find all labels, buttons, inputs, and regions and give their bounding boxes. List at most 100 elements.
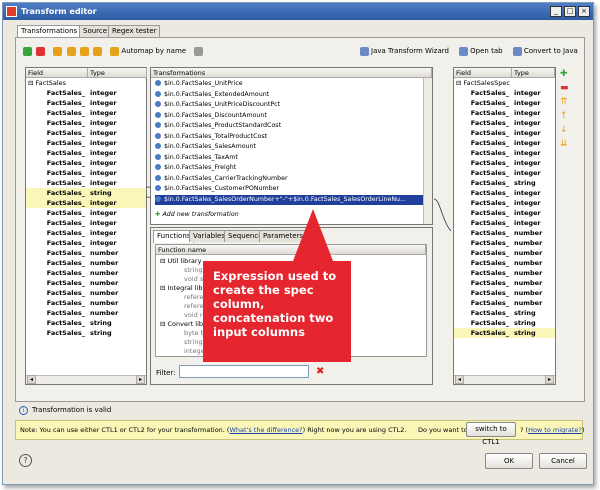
input-field-row[interactable]: FactSales_ number <box>26 268 146 278</box>
input-field-row[interactable]: FactSales_ number <box>26 288 146 298</box>
output-field-row[interactable]: FactSales_ integer <box>454 88 555 98</box>
output-field-row[interactable]: FactSales_ number <box>454 228 555 238</box>
input-field-row[interactable]: FactSales_ integer <box>26 98 146 108</box>
output-field-row[interactable]: FactSales_ number <box>454 288 555 298</box>
output-field-row[interactable]: FactSales_ integer <box>454 138 555 148</box>
add-field-icon[interactable]: ✚ <box>560 67 570 81</box>
input-field-row[interactable]: FactSales_ number <box>26 258 146 268</box>
move-bottom-icon[interactable]: ⇊ <box>560 137 570 151</box>
maximize-button[interactable]: □ <box>564 6 576 17</box>
input-field-row[interactable]: FactSales_ string <box>26 318 146 328</box>
move-top-icon[interactable] <box>53 46 63 56</box>
input-field-row[interactable]: FactSales_ string <box>26 328 146 338</box>
column-header-field[interactable]: Field <box>26 68 88 78</box>
output-field-row[interactable]: FactSales_ integer <box>454 148 555 158</box>
output-field-row[interactable]: FactSales_ integer <box>454 158 555 168</box>
output-field-row[interactable]: FactSales_ integer <box>454 208 555 218</box>
input-field-row[interactable]: FactSales_ integer <box>26 158 146 168</box>
transformation-item[interactable]: $in.0.FactSales_SalesAmount <box>155 142 256 152</box>
input-field-row[interactable]: FactSales_ number <box>26 308 146 318</box>
output-field-row[interactable]: FactSales_ string <box>454 328 555 338</box>
input-field-row[interactable]: FactSales_ string <box>26 188 146 198</box>
help-icon[interactable]: ? <box>19 454 32 467</box>
collapse-icon[interactable]: ⊟ <box>456 79 464 87</box>
output-field-row[interactable]: FactSales_ string <box>454 178 555 188</box>
move-top-icon[interactable]: ⇈ <box>560 95 570 109</box>
output-field-row[interactable]: FactSales_ integer <box>454 198 555 208</box>
transformation-item[interactable]: $in.0.FactSales_Freight <box>155 163 236 173</box>
collapse-icon[interactable]: ⊟ <box>28 79 36 87</box>
output-field-row[interactable]: FactSales_ integer <box>454 128 555 138</box>
output-field-row[interactable]: FactSales_ integer <box>454 168 555 178</box>
transformation-item[interactable]: $in.0.FactSales_TotalProductCost <box>155 132 267 142</box>
output-field-row[interactable]: FactSales_ number <box>454 278 555 288</box>
output-field-row[interactable]: FactSales_ number <box>454 258 555 268</box>
input-field-row[interactable]: FactSales_ number <box>26 248 146 258</box>
move-bottom-icon[interactable] <box>93 46 103 56</box>
minimize-button[interactable]: _ <box>550 6 562 17</box>
horizontal-scrollbar[interactable] <box>26 375 146 384</box>
transformation-item[interactable]: $in.0.FactSales_UnitPriceDiscountPct <box>155 100 280 110</box>
tab-variables[interactable]: Variables <box>189 230 229 242</box>
output-field-row[interactable]: FactSales_ integer <box>454 118 555 128</box>
output-field-row[interactable]: FactSales_ integer <box>454 218 555 228</box>
transformation-item[interactable]: $in.0.FactSales_DiscountAmount <box>155 111 267 121</box>
input-field-row[interactable]: FactSales_ integer <box>26 228 146 238</box>
transformation-item[interactable]: $in.0.FactSales_UnitPrice <box>155 79 243 89</box>
tools-icon[interactable] <box>194 46 204 56</box>
output-field-row[interactable]: FactSales_ string <box>454 318 555 328</box>
input-field-row[interactable]: FactSales_ integer <box>26 238 146 248</box>
filter-input[interactable] <box>179 365 309 378</box>
transformation-item[interactable]: $in.0.FactSales_CarrierTrackingNumber <box>155 174 288 184</box>
collapse-icon[interactable]: ⊟ <box>160 320 168 328</box>
transformation-item[interactable]: $in.0.FactSales_TaxAmt <box>155 153 238 163</box>
ok-button[interactable]: OK <box>485 453 533 469</box>
transformation-item[interactable]: $in.0.FactSales_SalesOrderNumber+"-"+$in… <box>155 194 423 205</box>
close-button[interactable]: × <box>578 6 590 17</box>
output-field-row[interactable]: FactSales_ string <box>454 308 555 318</box>
difference-link[interactable]: What's the difference? <box>229 426 302 434</box>
tab-source[interactable]: Source <box>79 25 112 37</box>
transformation-item[interactable]: $in.0.FactSales_CustomerPONumber <box>155 184 279 194</box>
input-field-row[interactable]: FactSales_ number <box>26 298 146 308</box>
scroll-right-icon[interactable]: ▸ <box>136 375 145 384</box>
add-icon[interactable] <box>23 46 32 56</box>
switch-to-ctl1-button[interactable]: switch to CTL1 <box>466 422 516 446</box>
input-field-row[interactable]: FactSales_ integer <box>26 208 146 218</box>
output-field-row[interactable]: FactSales_ integer <box>454 188 555 198</box>
collapse-icon[interactable]: ⊟ <box>160 284 168 292</box>
input-field-row[interactable]: FactSales_ integer <box>26 128 146 138</box>
output-field-row[interactable]: FactSales_ number <box>454 298 555 308</box>
tab-regex-tester[interactable]: Regex tester <box>108 25 161 37</box>
output-field-row[interactable]: FactSales_ integer <box>454 108 555 118</box>
how-to-migrate-link[interactable]: How to migrate? <box>528 426 582 434</box>
move-down-icon[interactable]: ↓ <box>560 123 570 137</box>
move-up-icon[interactable] <box>66 46 76 56</box>
java-wizard-button[interactable]: Java Transform Wizard <box>371 47 449 55</box>
input-field-row[interactable]: FactSales_ integer <box>26 148 146 158</box>
column-header-type[interactable]: Type <box>512 68 555 78</box>
convert-to-java-button[interactable]: Convert to Java <box>524 47 578 55</box>
remove-icon[interactable] <box>36 46 46 56</box>
move-down-icon[interactable] <box>79 46 89 56</box>
move-up-icon[interactable]: ↑ <box>560 109 570 123</box>
input-field-row[interactable]: FactSales_ integer <box>26 198 146 208</box>
output-field-row[interactable]: FactSales_ number <box>454 248 555 258</box>
output-root-record[interactable]: ⊟ FactSalesSpec <box>456 78 510 88</box>
collapse-icon[interactable]: ⊟ <box>160 257 168 265</box>
output-field-row[interactable]: FactSales_ integer <box>454 98 555 108</box>
scroll-left-icon[interactable]: ◂ <box>27 375 36 384</box>
horizontal-scrollbar[interactable] <box>454 375 555 384</box>
output-field-row[interactable]: FactSales_ number <box>454 238 555 248</box>
input-field-row[interactable]: FactSales_ number <box>26 278 146 288</box>
output-field-row[interactable]: FactSales_ number <box>454 268 555 278</box>
cancel-button[interactable]: Cancel <box>539 453 587 469</box>
transformation-item[interactable]: $in.0.FactSales_ProductStandardCost <box>155 121 281 131</box>
input-root-record[interactable]: ⊟ FactSales <box>28 78 66 88</box>
vertical-scrollbar[interactable] <box>423 78 432 224</box>
scroll-left-icon[interactable]: ◂ <box>455 375 464 384</box>
input-field-row[interactable]: FactSales_ integer <box>26 108 146 118</box>
transformation-item[interactable]: $in.0.FactSales_ExtendedAmount <box>155 90 269 100</box>
remove-field-icon[interactable]: ▬ <box>560 81 570 95</box>
column-header-field[interactable]: Field <box>454 68 512 78</box>
